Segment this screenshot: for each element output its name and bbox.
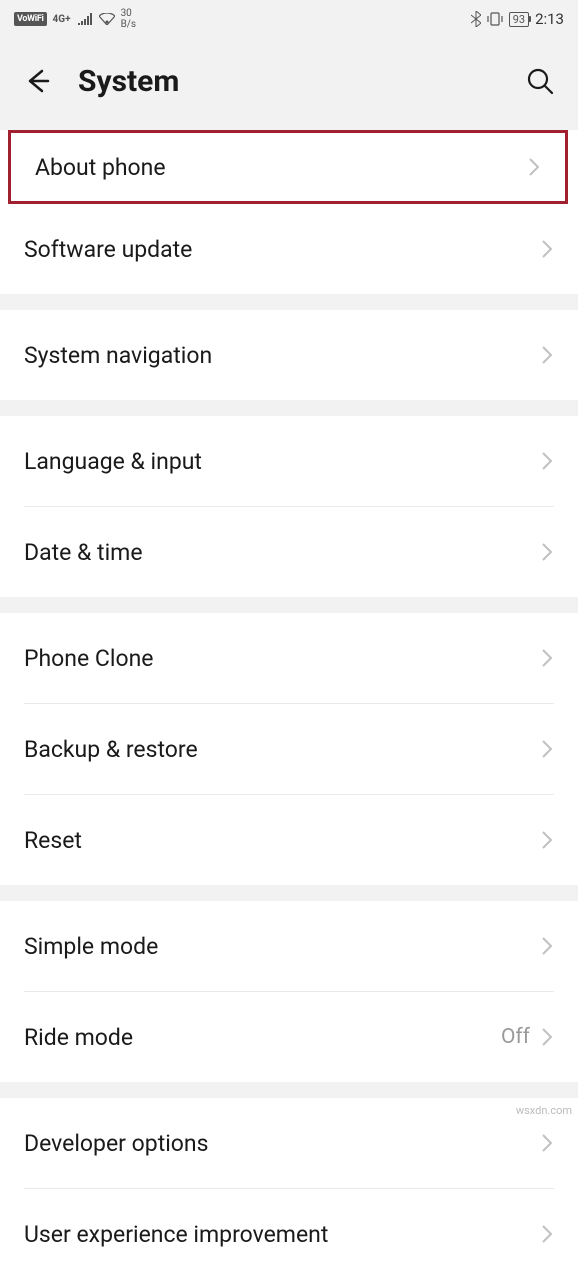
data-rate-num: 30: [121, 8, 132, 19]
chevron-right-icon: [540, 237, 554, 261]
item-language-input[interactable]: Language & input: [0, 416, 578, 506]
item-value: Off: [501, 1025, 530, 1049]
page-title: System: [78, 64, 496, 99]
back-button[interactable]: [22, 67, 50, 95]
item-label: Date & time: [24, 539, 540, 566]
chevron-right-icon: [540, 343, 554, 367]
status-right: 93 2:13: [471, 10, 564, 28]
item-label: User experience improvement: [24, 1221, 540, 1248]
vowifi-badge: VoWiFi: [14, 12, 47, 26]
wifi-icon: [99, 13, 115, 25]
chevron-right-icon: [540, 1131, 554, 1155]
chevron-right-icon: [540, 1222, 554, 1246]
search-button[interactable]: [524, 65, 556, 97]
highlight-box: About phone: [8, 130, 568, 204]
signal-generation: 4G+: [53, 14, 71, 25]
item-date-time[interactable]: Date & time: [0, 507, 578, 597]
bluetooth-icon: [471, 11, 481, 27]
chevron-right-icon: [540, 540, 554, 564]
status-left: VoWiFi 4G+ 30 B/s: [14, 8, 136, 30]
chevron-right-icon: [540, 934, 554, 958]
clock: 2:13: [535, 10, 564, 28]
signal-bars-icon: [77, 13, 93, 25]
chevron-right-icon: [540, 449, 554, 473]
settings-group: About phone Software update: [0, 130, 578, 294]
vibrate-icon: [487, 12, 503, 26]
chevron-right-icon: [540, 646, 554, 670]
item-system-navigation[interactable]: System navigation: [0, 310, 578, 400]
settings-group: Language & input Date & time: [0, 416, 578, 597]
watermark: wsxdn.com: [516, 1104, 572, 1117]
header: System: [0, 38, 578, 124]
chevron-right-icon: [540, 737, 554, 761]
chevron-right-icon: [540, 828, 554, 852]
item-backup-restore[interactable]: Backup & restore: [0, 704, 578, 794]
item-user-experience-improvement[interactable]: User experience improvement: [0, 1189, 578, 1279]
data-rate-unit: B/s: [121, 19, 137, 30]
data-rate: 30 B/s: [121, 8, 137, 30]
item-label: Developer options: [24, 1130, 540, 1157]
search-icon: [526, 67, 554, 95]
item-label: Phone Clone: [24, 645, 540, 672]
settings-group: System navigation: [0, 310, 578, 400]
item-about-phone[interactable]: About phone: [11, 133, 565, 201]
item-label: Simple mode: [24, 933, 540, 960]
item-label: About phone: [35, 154, 527, 181]
status-bar: VoWiFi 4G+ 30 B/s 93 2:13: [0, 0, 578, 38]
item-label: Software update: [24, 236, 540, 263]
battery-indicator: 93: [509, 12, 529, 27]
settings-group: Simple mode Ride mode Off: [0, 901, 578, 1082]
item-simple-mode[interactable]: Simple mode: [0, 901, 578, 991]
item-label: Ride mode: [24, 1024, 501, 1051]
item-ride-mode[interactable]: Ride mode Off: [0, 992, 578, 1082]
settings-group: Phone Clone Backup & restore Reset: [0, 613, 578, 885]
chevron-right-icon: [540, 1025, 554, 1049]
item-label: Reset: [24, 827, 540, 854]
item-label: Backup & restore: [24, 736, 540, 763]
item-developer-options[interactable]: Developer options: [0, 1098, 578, 1188]
item-software-update[interactable]: Software update: [0, 204, 578, 294]
item-label: System navigation: [24, 342, 540, 369]
item-phone-clone[interactable]: Phone Clone: [0, 613, 578, 703]
chevron-right-icon: [527, 155, 541, 179]
item-reset[interactable]: Reset: [0, 795, 578, 885]
settings-group: Developer options User experience improv…: [0, 1098, 578, 1279]
item-label: Language & input: [24, 448, 540, 475]
arrow-left-icon: [22, 67, 50, 95]
